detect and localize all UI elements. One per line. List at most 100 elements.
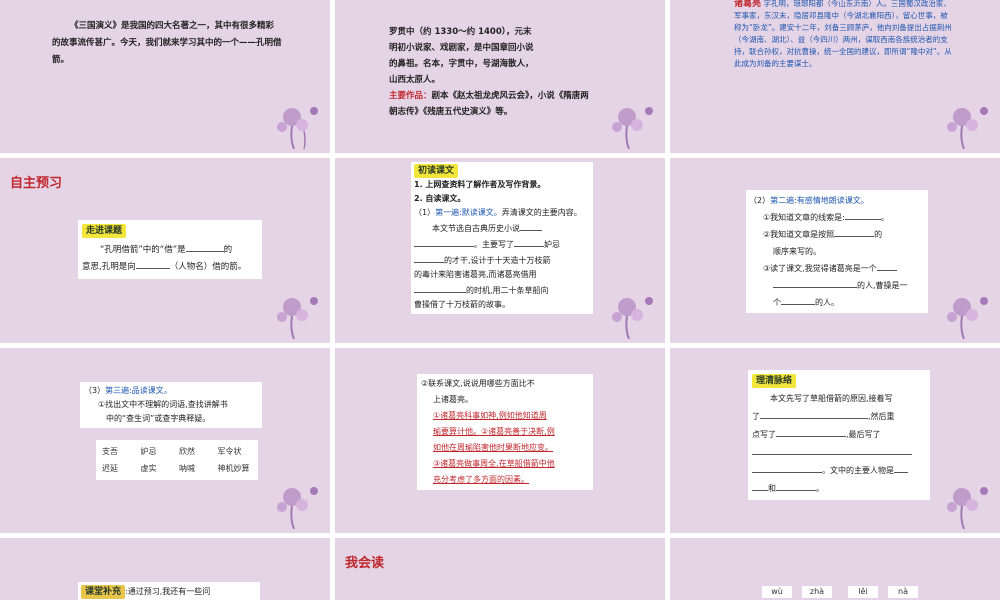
vocab-card: 支吾 妒忌 欣然 军令状 迟延 虚实 呐喊 神机妙算 — [96, 440, 258, 480]
item-3-blue: 第一遍:默读课文。 — [435, 208, 502, 217]
intro-text: 《三国演义》是我国的四大名著之一，其中有很多精彩的故事流传甚广。今天，我们就来学… — [52, 21, 282, 65]
topic-card: 走进课题 “孔明借箭”中的“借”是 的 意思,孔明是向 （人物名）借的箭。 — [78, 220, 262, 279]
blank[interactable] — [760, 408, 868, 419]
author-line-3: 的鼻祖。名本，字贯中，号湖海散人， — [389, 59, 534, 69]
outline-l3b: ,最后写了 — [846, 430, 881, 439]
second-read-header: （2）第二遍:有感情地朗读课文。 — [749, 192, 925, 209]
supplement-card: 课堂补充:通过预习,我还有一些问 — [78, 582, 260, 600]
item-2: 2. 自读课文。 — [414, 194, 466, 203]
outline-l6a: 和 — [768, 484, 776, 493]
vocab-word[interactable]: 呐喊 — [179, 461, 214, 476]
summary-p3: 妒忌 — [544, 240, 560, 249]
blank[interactable] — [876, 260, 897, 271]
slide-thumbnail-1[interactable]: 《三国演义》是我国的四大名著之一，其中有很多精彩的故事流传甚广。今天，我们就来学… — [0, 0, 330, 153]
summary-p4: 的才干,设计于十天造十万枝箭 — [444, 256, 551, 265]
pinyin-box: lěi — [848, 586, 878, 598]
answer-2: 瑜要算计他。②诸葛亮善于决断,例 — [433, 427, 555, 436]
slide-thumbnail-12[interactable]: wù zhà lěi nà — [670, 538, 1000, 600]
flower-decoration-icon — [947, 297, 988, 339]
blank[interactable] — [520, 220, 542, 231]
blank[interactable] — [844, 209, 881, 220]
third-read-card: （3）第三遍:品读课文。 ①找出文中不理解的词语,查找讲解书 中的“查生词”或查… — [80, 382, 262, 428]
summary-3: 的才干,设计于十天造十万枝箭 — [414, 252, 590, 268]
slide-thumbnail-10[interactable]: 课堂补充:通过预习,我还有一些问 — [0, 538, 330, 600]
blank[interactable] — [414, 282, 466, 293]
slide-thumbnail-9[interactable]: 理清脉络 本文先写了草船借箭的原因,接着写 了 ,然后重 点写了 ,最后写了 。文中… — [670, 348, 1000, 533]
author-line-1: 罗贯中（约 1330～约 1400），元末 — [389, 27, 532, 37]
l2b: 的 — [874, 230, 883, 239]
zhuge-name: 诸葛亮 — [734, 0, 762, 9]
answer-3: 如他在周瑜陷害他时果断地应变。 — [433, 443, 553, 452]
l6: 个 — [773, 298, 781, 307]
slide-thumbnail-3[interactable]: 诸葛亮 字孔明，琅琊阳都（今山东沂南）人。三国蜀汉政治家、军事家，东汉末，隐居邓… — [670, 0, 1000, 153]
blank[interactable] — [514, 236, 544, 247]
blank[interactable] — [414, 252, 444, 263]
answer-5: 充分考虑了多方面的因素。 — [433, 475, 529, 484]
vocab-word[interactable]: 欣然 — [179, 444, 214, 459]
slide-thumbnail-5[interactable]: 初读课文 1. 上网查资料了解作者及写作背景。 2. 自读课文。 （1）第一遍:… — [335, 158, 665, 343]
vocab-word[interactable]: 妒忌 — [141, 444, 176, 459]
works-label: 主要作品： — [389, 91, 432, 101]
blank[interactable] — [781, 294, 815, 305]
line-1: ①我知道文章的线索是:。 — [749, 209, 925, 226]
outline-l6b: 。 — [816, 484, 824, 493]
slide-thumbnail-2[interactable]: 罗贯中（约 1330～约 1400），元末 明初小说家、戏剧家，是中国章回小说 … — [335, 0, 665, 153]
pinyin-box: nà — [888, 586, 918, 598]
intro-card: 《三国演义》是我国的四大名著之一，其中有很多精彩的故事流传甚广。今天，我们就来学… — [52, 18, 282, 69]
l4: ③读了课文,我觉得诸葛亮是一个 — [763, 264, 877, 273]
blank[interactable] — [834, 226, 875, 237]
summary-p2: 。主要写了 — [474, 240, 514, 249]
summary-1: 本文节选自古典历史小说 — [414, 220, 590, 236]
section-heading: 自主预习 — [10, 176, 63, 191]
blank[interactable] — [135, 258, 170, 269]
read-heading: 我会读 — [345, 556, 385, 571]
vocab-word[interactable]: 军令状 — [218, 444, 253, 459]
item-3-text: 弄清课文的主要内容。 — [501, 208, 582, 217]
blank[interactable] — [752, 480, 768, 491]
slide-thumbnail-4[interactable]: 自主预习 走进课题 “孔明借箭”中的“借”是 的 意思,孔明是向 （人物名）借的箭。 — [0, 158, 330, 343]
flower-decoration-icon — [612, 107, 653, 149]
summary-2: 。主要写了 妒忌 — [414, 236, 590, 252]
outline-l3: 点写了 ,最后写了 — [752, 426, 926, 444]
item-1: 1. 上网查资料了解作者及写作背景。 — [414, 180, 546, 189]
blank[interactable] — [185, 241, 224, 252]
compare-l1: ②联系课文,说说用哪些方面比不 — [421, 379, 535, 388]
topic-q1: “孔明借箭”中的“借”是 — [100, 245, 186, 255]
l6b: 的人。 — [815, 298, 839, 307]
blank[interactable] — [776, 480, 816, 491]
outline-l2: 了 ,然后重 — [752, 408, 926, 426]
slide-thumbnail-7[interactable]: （3）第三遍:品读课文。 ①找出文中不理解的词语,查找讲解书 中的“查生词”或查… — [0, 348, 330, 533]
slide-thumbnail-11[interactable]: 我会读 — [335, 538, 665, 600]
flower-decoration-icon — [277, 487, 318, 529]
blank[interactable] — [776, 426, 846, 437]
outline-l3a: 点写了 — [752, 430, 776, 439]
vocab-word[interactable]: 神机妙算 — [218, 461, 253, 476]
slide-thumbnail-6[interactable]: （2）第二遍:有感情地朗读课文。 ①我知道文章的线索是:。 ②我知道文章是按照的… — [670, 158, 1000, 343]
vocab-word[interactable]: 支吾 — [102, 444, 137, 459]
blank[interactable] — [894, 462, 908, 473]
third-read-blue: 第三遍:品读课文。 — [105, 386, 172, 395]
slide-thumbnail-8[interactable]: ②联系课文,说说用哪些方面比不 上诸葛亮。 ①诸葛亮科事如神,例如他知道周 瑜要… — [335, 348, 665, 533]
answer-4: ③诸葛亮做事周全,在草船借箭中他 — [433, 459, 555, 468]
second-read-num: （2） — [749, 196, 771, 205]
second-read-card: （2）第二遍:有感情地朗读课文。 ①我知道文章的线索是:。 ②我知道文章是按照的… — [746, 190, 928, 313]
pinyin-box: wù — [762, 586, 792, 598]
first-read-tag: 初读课文 — [414, 164, 459, 178]
blank[interactable] — [414, 236, 474, 247]
blank[interactable] — [773, 277, 857, 288]
vocab-word[interactable]: 迟延 — [102, 461, 137, 476]
blank[interactable] — [752, 462, 822, 473]
second-read-blue: 第二遍:有感情地朗读课文。 — [770, 196, 869, 205]
outline-l1: 本文先写了草船借箭的原因,接着写 — [770, 394, 893, 403]
first-read-card: 初读课文 1. 上网查资料了解作者及写作背景。 2. 自读课文。 （1）第一遍:… — [411, 162, 593, 314]
pinyin-box: zhà — [802, 586, 832, 598]
blank[interactable] — [752, 444, 912, 455]
outline-l4 — [752, 444, 926, 462]
outline-card: 理清脉络 本文先写了草船借箭的原因,接着写 了 ,然后重 点写了 ,最后写了 。文中… — [748, 370, 930, 500]
third-read-l1: ①找出文中不理解的词语,查找讲解书 — [98, 400, 228, 409]
line-6: 个 的人。 — [749, 294, 925, 311]
vocab-word[interactable]: 虚实 — [141, 461, 176, 476]
outline-l2b: ,然后重 — [868, 412, 895, 421]
outline-l2a: 了 — [752, 412, 760, 421]
zhuge-text: 字孔明，琅琊阳都（今山东沂南）人。三国蜀汉政治家、军事家，东汉末，隐居邓县隆中（… — [734, 0, 952, 68]
